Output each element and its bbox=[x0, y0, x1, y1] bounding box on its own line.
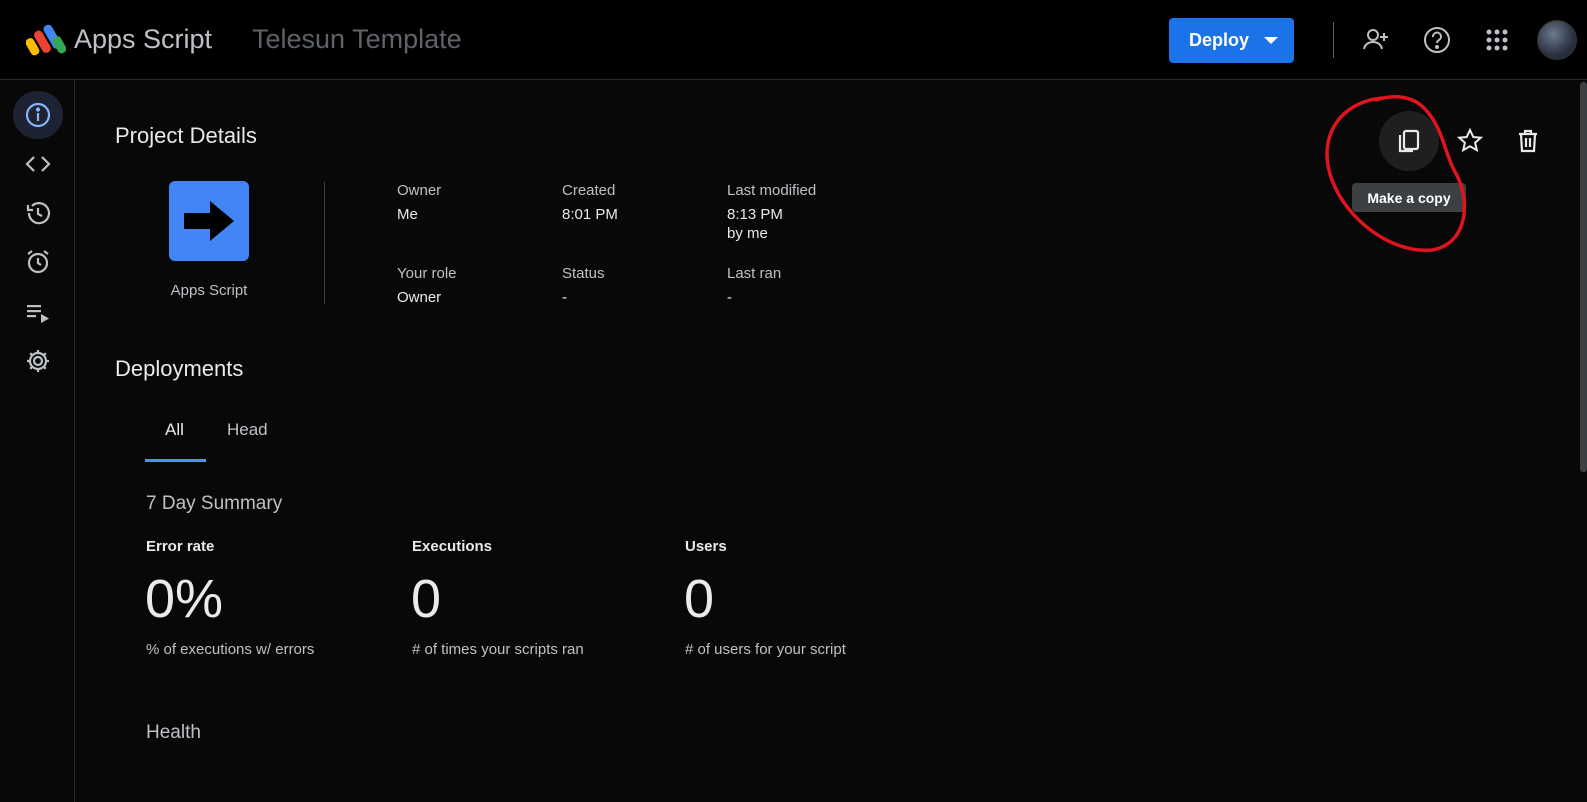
created-value: 8:01 PM bbox=[562, 206, 618, 223]
project-details-title: Project Details bbox=[115, 123, 257, 148]
arrow-right-icon bbox=[184, 201, 234, 241]
code-icon bbox=[25, 156, 51, 172]
role-value: Owner bbox=[397, 289, 442, 306]
details-divider bbox=[324, 182, 325, 304]
star-icon[interactable] bbox=[1453, 124, 1487, 158]
alarm-icon bbox=[27, 250, 49, 274]
modified-label: Last modified bbox=[727, 182, 817, 199]
top-divider bbox=[1333, 22, 1334, 58]
top-bar: Apps Script Telesun Template Deploy bbox=[0, 0, 1587, 80]
scrollbar[interactable] bbox=[1580, 82, 1587, 472]
info-icon bbox=[25, 102, 51, 128]
apps-script-tile bbox=[169, 181, 249, 261]
metric-users-label: Users bbox=[685, 538, 727, 555]
metric-error-rate-value: 0% bbox=[145, 569, 224, 629]
make-copy-tooltip: Make a copy bbox=[1352, 183, 1466, 212]
deployments-title: Deployments bbox=[115, 356, 244, 381]
project-name[interactable]: Telesun Template bbox=[252, 24, 462, 55]
metric-error-rate-caption: % of executions w/ errors bbox=[146, 641, 315, 658]
add-person-icon[interactable] bbox=[1360, 24, 1392, 56]
make-copy-button[interactable] bbox=[1379, 111, 1439, 171]
gear-icon bbox=[27, 350, 49, 372]
sidebar-item-editor[interactable] bbox=[13, 140, 63, 188]
modified-by: by me bbox=[727, 225, 768, 242]
sidebar-item-executions[interactable] bbox=[13, 289, 63, 337]
role-label: Your role bbox=[397, 265, 457, 282]
owner-label: Owner bbox=[397, 182, 442, 199]
metric-error-rate-label: Error rate bbox=[146, 538, 215, 555]
status-value: - bbox=[562, 289, 567, 306]
tab-indicator bbox=[145, 459, 206, 462]
sidebar-item-settings[interactable] bbox=[13, 337, 63, 385]
metric-executions-value: 0 bbox=[411, 569, 442, 629]
sidebar-item-history[interactable] bbox=[13, 189, 63, 237]
deploy-label: Deploy bbox=[1189, 30, 1250, 50]
deploy-button[interactable]: Deploy bbox=[1169, 18, 1294, 63]
health-title: Health bbox=[146, 722, 201, 743]
tab-head[interactable]: Head bbox=[227, 420, 268, 440]
lastran-value: - bbox=[727, 289, 732, 306]
trash-icon[interactable] bbox=[1511, 124, 1545, 158]
tile-label: Apps Script bbox=[170, 282, 248, 299]
help-icon[interactable] bbox=[1421, 24, 1453, 56]
avatar[interactable] bbox=[1537, 20, 1577, 60]
metric-users-caption: # of users for your script bbox=[685, 641, 846, 658]
metric-executions-caption: # of times your scripts ran bbox=[412, 641, 584, 658]
tab-all[interactable]: All bbox=[165, 420, 184, 440]
lastran-label: Last ran bbox=[727, 265, 782, 282]
left-nav bbox=[0, 81, 75, 802]
copy-icon bbox=[1398, 129, 1420, 153]
owner-value: Me bbox=[397, 206, 418, 223]
history-icon bbox=[26, 202, 51, 225]
metric-executions-label: Executions bbox=[412, 538, 493, 555]
sidebar-item-overview[interactable] bbox=[13, 91, 63, 139]
app-name[interactable]: Apps Script bbox=[74, 24, 212, 55]
sidebar-item-triggers[interactable] bbox=[13, 238, 63, 286]
playlist-play-icon bbox=[27, 305, 49, 323]
metric-users-value: 0 bbox=[684, 569, 715, 629]
summary-title: 7 Day Summary bbox=[146, 493, 283, 514]
modified-value: 8:13 PM bbox=[727, 206, 783, 223]
apps-grid-icon[interactable] bbox=[1481, 24, 1513, 56]
caret-down-icon bbox=[1264, 37, 1278, 44]
apps-script-logo[interactable] bbox=[26, 22, 66, 56]
created-label: Created bbox=[562, 182, 616, 199]
status-label: Status bbox=[562, 265, 605, 282]
